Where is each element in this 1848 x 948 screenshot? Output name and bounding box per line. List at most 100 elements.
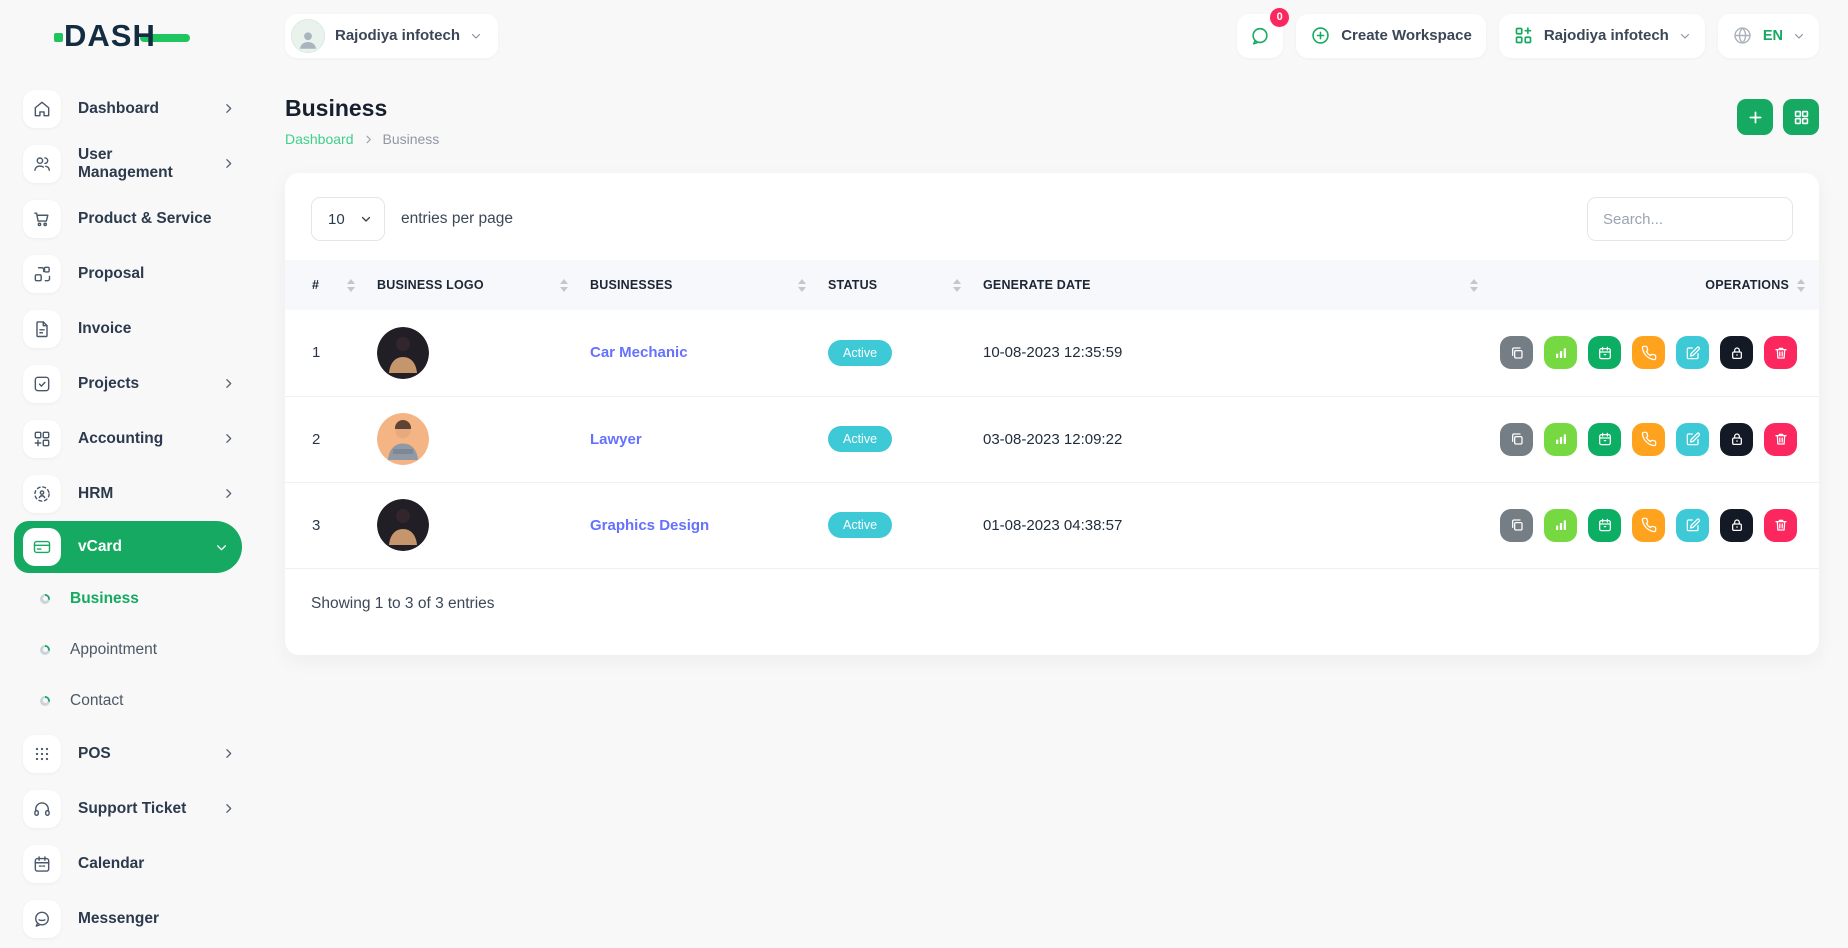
sidebar-subitem-label: Contact [70,692,123,710]
breadcrumb-current: Business [383,131,440,147]
sidebar-item-messenger[interactable]: Messenger [0,891,253,946]
sidebar-subitem-business[interactable]: Business [0,573,253,624]
language-label: EN [1763,28,1783,44]
copy-button[interactable] [1500,509,1533,542]
sidebar-item-invoice[interactable]: Invoice [0,301,253,356]
entries-per-page-select[interactable]: 10 [311,197,385,241]
sidebar-item-label: HRM [78,485,113,503]
column-header-business-logo[interactable]: BUSINESS LOGO [377,260,590,310]
delete-button[interactable] [1764,423,1797,456]
copy-button[interactable] [1500,423,1533,456]
status-badge: Active [828,426,892,452]
entries-per-page-value: 10 [328,211,345,228]
sidebar: DASH Dashboard User Management Product &… [0,0,253,948]
sidebar-item-proposal[interactable]: Proposal [0,246,253,301]
sidebar-item-hrm[interactable]: HRM [0,466,253,521]
call-button[interactable] [1632,423,1665,456]
sidebar-item-projects[interactable]: Projects [0,356,253,411]
call-button[interactable] [1632,509,1665,542]
copy-button[interactable] [1500,336,1533,369]
calendar-button[interactable] [1588,509,1621,542]
add-business-button[interactable] [1737,99,1773,135]
sidebar-subitem-label: Business [70,590,139,608]
calendar-button[interactable] [1588,336,1621,369]
sidebar-item-product-service[interactable]: Product & Service [0,191,253,246]
sort-icon[interactable] [798,279,806,292]
statistics-button[interactable] [1544,336,1577,369]
calendar-icon [23,845,61,883]
brand-logo[interactable]: DASH [0,0,253,71]
sort-icon[interactable] [560,279,568,292]
sidebar-item-calendar[interactable]: Calendar [0,836,253,891]
sidebar-item-accounting[interactable]: Accounting [0,411,253,466]
sidebar-item-label: Support Ticket [78,800,186,818]
chevron-right-icon [222,487,235,500]
delete-button[interactable] [1764,509,1797,542]
column-header-businesses[interactable]: BUSINESSES [590,260,828,310]
sidebar-item-user-management[interactable]: User Management [0,136,253,191]
table-row: 1 Car Mechanic Active 10-08-2023 12:35:5… [285,310,1819,396]
brand-logo-text: DASH [64,18,156,54]
page-header: Business Dashboard Business [285,95,1819,147]
sidebar-item-label: POS [78,745,111,763]
column-header-status[interactable]: STATUS [828,260,983,310]
sidebar-item-support-ticket[interactable]: Support Ticket [0,781,253,836]
row-operations [1500,423,1797,456]
column-header-generate-date[interactable]: GENERATE DATE [983,260,1500,310]
search-input[interactable] [1587,197,1793,241]
plus-circle-icon [1310,25,1331,46]
edit-button[interactable] [1676,509,1709,542]
lock-button[interactable] [1720,509,1753,542]
avatar [291,19,325,53]
chevron-down-icon [1679,30,1691,42]
column-header-operations[interactable]: OPERATIONS [1500,260,1819,310]
user-menu-button[interactable]: Rajodiya infotech [285,14,498,58]
workspace-menu-button[interactable]: Rajodiya infotech [1499,14,1705,58]
statistics-button[interactable] [1544,509,1577,542]
sidebar-item-dashboard[interactable]: Dashboard [0,81,253,136]
grid-view-button[interactable] [1783,99,1819,135]
page-actions [1737,99,1819,135]
lock-button[interactable] [1720,336,1753,369]
sidebar-subitem-contact[interactable]: Contact [0,675,253,726]
messages-button[interactable]: 0 [1237,14,1283,58]
create-workspace-button[interactable]: Create Workspace [1296,14,1486,58]
column-header-index[interactable]: # [285,260,377,310]
business-name-link[interactable]: Lawyer [590,431,642,448]
pos-icon [23,735,61,773]
calendar-button[interactable] [1588,423,1621,456]
business-logo-image [377,413,429,465]
sort-icon[interactable] [1797,279,1805,292]
edit-button[interactable] [1676,423,1709,456]
sidebar-item-label: Messenger [78,910,159,928]
globe-icon [1732,25,1753,46]
business-table: # BUSINESS LOGO BUSINESSES STATUS GENERA… [285,260,1819,569]
user-menu-label: Rajodiya infotech [335,27,460,44]
breadcrumb-dashboard-link[interactable]: Dashboard [285,131,354,147]
hrm-icon [23,475,61,513]
proposal-icon [23,255,61,293]
call-button[interactable] [1632,336,1665,369]
sidebar-item-label: Projects [78,375,139,393]
lock-button[interactable] [1720,423,1753,456]
sidebar-item-label: Calendar [78,855,144,873]
business-name-link[interactable]: Graphics Design [590,517,709,534]
language-menu-button[interactable]: EN [1718,14,1819,58]
create-workspace-label: Create Workspace [1341,27,1472,44]
statistics-button[interactable] [1544,423,1577,456]
chevron-down-icon [1793,30,1805,42]
vcard-icon [23,528,61,566]
sidebar-nav: Dashboard User Management Product & Serv… [0,71,253,946]
sidebar-item-label: vCard [78,538,122,556]
delete-button[interactable] [1764,336,1797,369]
sidebar-item-vcard[interactable]: vCard [14,521,242,573]
sidebar-subitem-appointment[interactable]: Appointment [0,624,253,675]
sort-icon[interactable] [347,279,355,292]
sort-icon[interactable] [953,279,961,292]
row-index: 2 [285,396,377,482]
edit-button[interactable] [1676,336,1709,369]
sidebar-item-label: Product & Service [78,210,212,228]
business-name-link[interactable]: Car Mechanic [590,344,688,361]
sidebar-item-pos[interactable]: POS [0,726,253,781]
sort-icon[interactable] [1470,279,1478,292]
